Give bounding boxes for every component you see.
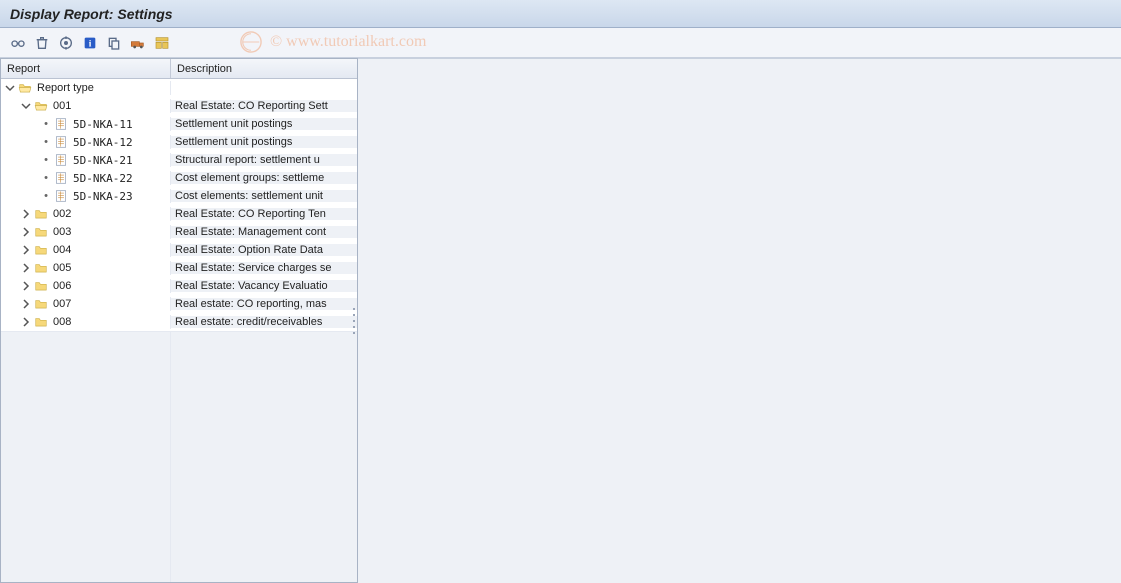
- toolbar-execute-button[interactable]: [56, 33, 76, 53]
- tree-leaf-desc: Cost elements: settlement unit: [171, 190, 357, 202]
- chevron-right-icon[interactable]: [21, 263, 31, 273]
- trash-icon: [34, 35, 50, 51]
- tree-node-desc: Real estate: CO reporting, mas: [171, 298, 357, 310]
- tree-body: Report type 001 Real Estate: CO Reportin…: [1, 79, 357, 582]
- chevron-right-icon[interactable]: [21, 299, 31, 309]
- toolbar-delete-button[interactable]: [32, 33, 52, 53]
- tree-leaf[interactable]: • 5D-NKA-12 Settlement unit postings: [1, 133, 357, 151]
- tree-node-label: 003: [51, 226, 71, 238]
- tree-node-desc: Real Estate: CO Reporting Sett: [171, 100, 357, 112]
- toolbar-copy-button[interactable]: [104, 33, 124, 53]
- folder-icon: [33, 315, 49, 329]
- chevron-down-icon[interactable]: [5, 83, 15, 93]
- toolbar-transport-button[interactable]: [128, 33, 148, 53]
- tree-leaf-label: 5D-NKA-23: [71, 190, 133, 203]
- column-header-description[interactable]: Description: [171, 59, 357, 78]
- tree-node-001[interactable]: 001 Real Estate: CO Reporting Sett: [1, 97, 357, 115]
- report-icon: [53, 117, 69, 131]
- folder-icon: [33, 279, 49, 293]
- chevron-right-icon[interactable]: [21, 245, 31, 255]
- chevron-down-icon[interactable]: [21, 101, 31, 111]
- report-icon: [53, 189, 69, 203]
- chevron-right-icon[interactable]: [21, 281, 31, 291]
- tree-header: Report Description: [1, 59, 357, 79]
- transport-icon: [130, 35, 146, 51]
- bullet-icon: •: [41, 136, 51, 148]
- tree-leaf-label: 5D-NKA-21: [71, 154, 133, 167]
- tree-leaf[interactable]: • 5D-NKA-21 Structural report: settlemen…: [1, 151, 357, 169]
- folder-open-icon: [33, 99, 49, 113]
- bullet-icon: •: [41, 154, 51, 166]
- tree-leaf-label: 5D-NKA-22: [71, 172, 133, 185]
- tree-blank-right: [171, 331, 357, 582]
- chevron-right-icon[interactable]: [21, 209, 31, 219]
- toolbar-layout-button[interactable]: [152, 33, 172, 53]
- tree-node-006[interactable]: 006 Real Estate: Vacancy Evaluatio: [1, 277, 357, 295]
- tree-node-003[interactable]: 003 Real Estate: Management cont: [1, 223, 357, 241]
- tree-panel: Report Description Report type 001: [0, 58, 358, 583]
- folder-icon: [33, 243, 49, 257]
- chevron-right-icon[interactable]: [21, 317, 31, 327]
- tree-node-008[interactable]: 008 Real estate: credit/receivables: [1, 313, 357, 331]
- info-icon: [82, 35, 98, 51]
- tree-leaf-desc: Structural report: settlement u: [171, 154, 357, 166]
- toolbar: © www.tutorialkart.com: [0, 28, 1121, 58]
- bullet-icon: •: [41, 118, 51, 130]
- chevron-right-icon[interactable]: [21, 227, 31, 237]
- tree-leaf[interactable]: • 5D-NKA-22 Cost element groups: settlem…: [1, 169, 357, 187]
- tree-node-label: 001: [51, 100, 71, 112]
- tree-node-label: 006: [51, 280, 71, 292]
- watermark: © www.tutorialkart.com: [240, 31, 426, 53]
- glasses-icon: [10, 35, 26, 51]
- tree-node-desc: Real Estate: Management cont: [171, 226, 357, 238]
- tree-leaf-desc: Cost element groups: settleme: [171, 172, 357, 184]
- content-area: Report Description Report type 001: [0, 58, 1121, 583]
- copy-icon: [106, 35, 122, 51]
- tree-leaf-desc: Settlement unit postings: [171, 136, 357, 148]
- resize-handle[interactable]: [351, 306, 357, 336]
- column-header-report[interactable]: Report: [1, 59, 171, 78]
- tree-node-desc: Real Estate: CO Reporting Ten: [171, 208, 357, 220]
- watermark-text: © www.tutorialkart.com: [270, 33, 426, 51]
- layout-icon: [154, 35, 170, 51]
- tree-leaf-label: 5D-NKA-11: [71, 118, 133, 131]
- report-icon: [53, 135, 69, 149]
- tree-leaf[interactable]: • 5D-NKA-23 Cost elements: settlement un…: [1, 187, 357, 205]
- tree-node-desc: Real Estate: Service charges se: [171, 262, 357, 274]
- folder-icon: [33, 297, 49, 311]
- tree-node-desc: Real Estate: Vacancy Evaluatio: [171, 280, 357, 292]
- tree-node-005[interactable]: 005 Real Estate: Service charges se: [1, 259, 357, 277]
- tree-node-label: 002: [51, 208, 71, 220]
- tree-node-root[interactable]: Report type: [1, 79, 357, 97]
- tree-node-label: Report type: [35, 82, 94, 94]
- tree-node-004[interactable]: 004 Real Estate: Option Rate Data: [1, 241, 357, 259]
- bullet-icon: •: [41, 172, 51, 184]
- bullet-icon: •: [41, 190, 51, 202]
- folder-icon: [33, 207, 49, 221]
- tree-node-label: 004: [51, 244, 71, 256]
- main-empty-area: [358, 58, 1121, 583]
- folder-icon: [33, 225, 49, 239]
- page-title: Display Report: Settings: [10, 6, 173, 22]
- tree-leaf-desc: Settlement unit postings: [171, 118, 357, 130]
- tree-node-002[interactable]: 002 Real Estate: CO Reporting Ten: [1, 205, 357, 223]
- tree-blank-left: [1, 331, 171, 582]
- tree-node-label: 007: [51, 298, 71, 310]
- tree-node-label: 008: [51, 316, 71, 328]
- execute-icon: [58, 35, 74, 51]
- report-icon: [53, 153, 69, 167]
- folder-open-icon: [17, 81, 33, 95]
- toolbar-display-button[interactable]: [8, 33, 28, 53]
- tree-node-desc: Real estate: credit/receivables: [171, 316, 357, 328]
- tree-leaf[interactable]: • 5D-NKA-11 Settlement unit postings: [1, 115, 357, 133]
- toolbar-info-button[interactable]: [80, 33, 100, 53]
- title-bar: Display Report: Settings: [0, 0, 1121, 28]
- globe-icon: [240, 31, 262, 53]
- tree-leaf-label: 5D-NKA-12: [71, 136, 133, 149]
- tree-node-007[interactable]: 007 Real estate: CO reporting, mas: [1, 295, 357, 313]
- tree-node-desc: Real Estate: Option Rate Data: [171, 244, 357, 256]
- report-icon: [53, 171, 69, 185]
- tree-node-label: 005: [51, 262, 71, 274]
- folder-icon: [33, 261, 49, 275]
